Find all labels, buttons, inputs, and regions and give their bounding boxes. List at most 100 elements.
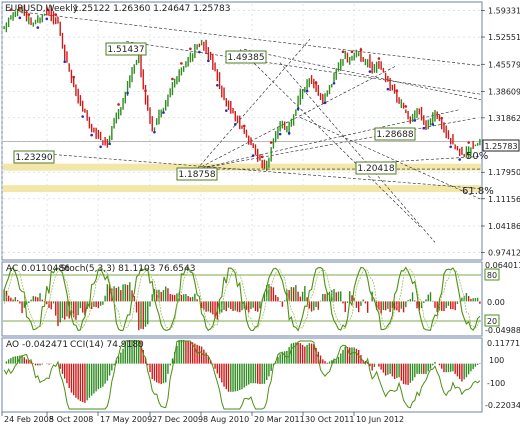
fractal-marker	[350, 50, 354, 54]
time-tick-label: 27 Dec 2009	[152, 415, 203, 424]
ac-tick-top: 0.0640112	[485, 261, 520, 270]
price-tick-label: 1.31862	[488, 114, 520, 123]
symbol-title: EURUSD,Weekly	[5, 4, 79, 14]
label-1.51437: 1.51437	[105, 42, 147, 56]
fractal-marker	[162, 111, 165, 114]
fractal-marker	[278, 132, 282, 136]
ac-tick-bottom: -0.04988	[485, 326, 520, 335]
price-tick-label: 1.04186	[488, 222, 520, 231]
ao-tick-top: 0.11771	[487, 339, 520, 348]
cci-label: CCI(14) 74.9180	[70, 340, 144, 350]
fractal-marker	[287, 131, 291, 135]
fractal-marker	[260, 155, 264, 159]
fractal-marker	[224, 109, 228, 112]
chart-frame: 1.51437 1.49385 1.23290 1.18758 1.20418 …	[0, 0, 520, 425]
fractal-marker	[422, 126, 426, 130]
fractal-marker	[180, 62, 183, 65]
fractal-marker	[269, 141, 273, 144]
price-tick-label: 1.11156	[488, 195, 520, 204]
fractal-marker	[63, 60, 67, 64]
fractal-marker	[341, 50, 345, 54]
price-tick-label: 0.97412	[488, 248, 520, 257]
fractal-marker	[431, 123, 435, 126]
fractal-marker	[233, 123, 237, 126]
fractal-marker	[305, 89, 309, 93]
fractal-marker	[467, 141, 470, 144]
cci-tick-minus100: -100	[487, 379, 505, 388]
fractal-marker	[413, 119, 417, 122]
fractal-marker	[153, 130, 156, 134]
time-tick-label: 24 Feb 2008	[4, 415, 54, 424]
label-1.18758: 1.18758	[176, 167, 218, 181]
label-1.49385: 1.49385	[225, 50, 267, 64]
fractal-marker	[404, 105, 408, 108]
time-axis: 24 Feb 20085 Oct 2008 17 May 2009 27 Dec 2…	[1, 412, 404, 424]
fractal-marker	[90, 133, 93, 137]
time-tick-label: 8 Aug 2010	[203, 415, 249, 424]
chart-svg: 1.51437 1.49385 1.23290 1.18758 1.20418 …	[1, 1, 520, 424]
fractal-marker	[323, 101, 327, 105]
price-tick-label: 1.17950	[488, 168, 520, 177]
label-text: 1.18758	[178, 170, 215, 180]
label-1.23290: 1.23290	[13, 150, 55, 164]
ac-stoch-pane: AC 0.0110486 Stoch(5,3,3) 81.1103 76.654…	[1, 261, 520, 337]
fractal-marker	[449, 145, 453, 149]
label-1.20418: 1.20418	[355, 161, 397, 175]
time-tick-label: 17 May 2009	[100, 415, 152, 424]
fractal-marker	[395, 89, 399, 93]
fractal-marker	[18, 16, 22, 20]
price-tick-label: 1.38609	[488, 87, 520, 96]
ac-tick-zero: 0.00	[487, 298, 505, 307]
fractal-marker	[359, 48, 363, 52]
time-tick-label: 5 Oct 2008	[49, 415, 93, 424]
fractal-marker	[314, 81, 318, 85]
time-tick-label: 20 Mar 2011	[254, 415, 305, 424]
time-tick-label: 10 Jun 2012	[356, 415, 404, 424]
fib-zone	[3, 185, 481, 193]
fractal-marker	[117, 103, 120, 106]
fractal-marker	[458, 158, 461, 161]
fractal-marker	[189, 47, 192, 51]
fractal-marker	[171, 77, 174, 81]
price-axis: 1.59331 1.52551 1.45579 1.38609 1.31862 1.179…	[481, 7, 520, 257]
label-1.28688: 1.28688	[374, 127, 416, 141]
fractal-marker	[440, 116, 444, 120]
label-text: 1.20418	[357, 164, 394, 174]
fractal-marker	[144, 89, 147, 93]
fractal-marker	[368, 70, 372, 73]
stoch-label: Stoch(5,3,3) 81.1103 76.6543	[60, 264, 195, 274]
fractal-marker	[216, 83, 219, 87]
main-pane: 1.51437 1.49385 1.23290 1.18758 1.20418 …	[1, 1, 494, 261]
fractal-marker	[251, 154, 255, 157]
fractal-marker	[99, 145, 102, 149]
stoch-level-20: 20	[487, 317, 497, 326]
fractal-marker	[207, 59, 210, 63]
label-text: 1.49385	[227, 53, 264, 63]
fractal-marker	[45, 17, 49, 21]
current-price-label: 1.25783	[484, 142, 517, 151]
fractal-marker	[386, 87, 390, 91]
label-text: 1.28688	[376, 130, 413, 140]
label-text: 1.51437	[107, 45, 144, 55]
fib-label-50: 50%	[466, 151, 488, 162]
fractal-marker	[36, 26, 40, 29]
ohlc-readout: 1.25122 1.26360 1.24647 1.25783	[73, 4, 230, 14]
stoch-level-80: 80	[487, 271, 497, 280]
price-tick-label: 1.59331	[488, 7, 520, 16]
fractal-marker	[296, 107, 300, 110]
fractal-marker	[198, 50, 201, 54]
label-text: 1.23290	[15, 153, 52, 163]
price-tick-label: 1.52551	[488, 33, 520, 42]
fractal-marker	[81, 115, 84, 118]
cci-tick-100: 100	[489, 356, 504, 365]
fractal-marker	[242, 124, 246, 128]
ao-tick-bottom: -0.22034	[485, 401, 520, 410]
time-tick-label: 30 Oct 2011	[305, 415, 354, 424]
fractal-marker	[72, 75, 75, 79]
fractal-marker	[377, 57, 381, 60]
fractal-marker	[126, 91, 129, 95]
ao-cci-pane: AO -0.042471 CCI(14) 74.9180 0.11771 100…	[1, 337, 520, 413]
price-tick-label: 1.45579	[488, 60, 520, 69]
fractal-marker	[108, 142, 111, 146]
fractal-marker	[332, 81, 336, 85]
